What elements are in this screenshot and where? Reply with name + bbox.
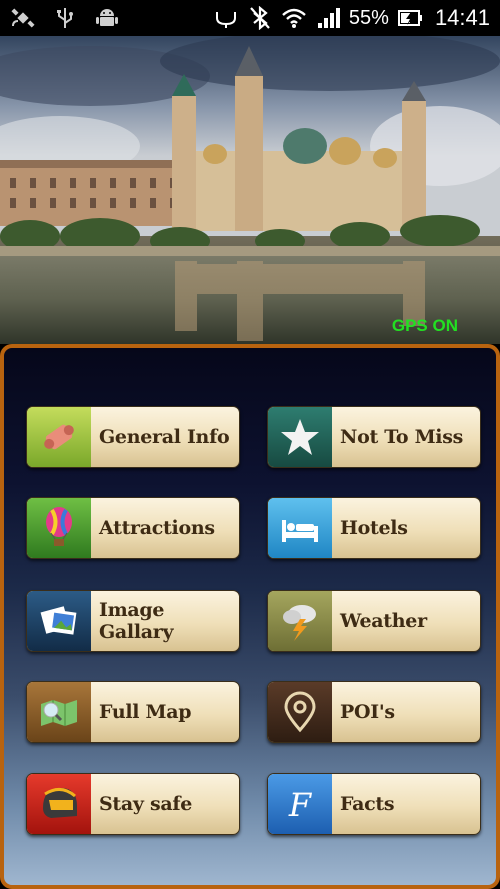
full-map-label: Full Map [99, 701, 192, 723]
attractions-button[interactable]: Attractions [26, 497, 240, 559]
image-gallery-label: Image Gallary [99, 599, 174, 643]
general-info-label: General Info [99, 426, 230, 448]
stay-safe-button[interactable]: Stay safe [26, 773, 240, 835]
satellite-icon [11, 8, 35, 28]
not-to-miss-label: Not To Miss [340, 426, 464, 448]
weather-label: Weather [340, 610, 427, 632]
balloon-icon [27, 498, 91, 558]
bed-icon [268, 498, 332, 558]
gps-status: GPS ON [391, 316, 458, 335]
weather-button[interactable]: Weather [267, 590, 481, 652]
pois-label: POI's [340, 701, 395, 723]
hotels-button[interactable]: Hotels [267, 497, 481, 559]
menu-panel: General Info Not To Miss Attractions Hot… [0, 344, 500, 889]
map-pin-icon [268, 682, 332, 742]
storm-icon [268, 591, 332, 651]
scroll-icon [27, 407, 91, 467]
general-info-button[interactable]: General Info [26, 406, 240, 468]
header-photo: GPS ON [0, 36, 500, 344]
letter-f-icon: F [268, 774, 332, 834]
bluetooth-off-icon [250, 6, 270, 30]
facts-button[interactable]: F Facts [267, 773, 481, 835]
status-bar: 55% 14:41 [0, 0, 500, 36]
svg-text:F: F [288, 786, 313, 824]
image-gallery-button[interactable]: Image Gallary [26, 590, 240, 652]
facts-label: Facts [340, 793, 395, 815]
battery-percent: 55% [348, 6, 389, 29]
usb-icon [57, 8, 73, 28]
vibrate-icon [215, 12, 236, 28]
not-to-miss-button[interactable]: Not To Miss [267, 406, 481, 468]
stay-safe-label: Stay safe [99, 793, 193, 815]
battery-charging-icon [397, 10, 422, 26]
attractions-label: Attractions [99, 517, 215, 539]
signal-icon [317, 8, 340, 28]
hotels-label: Hotels [340, 517, 408, 539]
pois-button[interactable]: POI's [267, 681, 481, 743]
helmet-icon [27, 774, 91, 834]
wifi-icon [282, 8, 306, 28]
android-icon [96, 9, 118, 26]
clock: 14:41 [434, 5, 490, 30]
star-icon [268, 407, 332, 467]
full-map-button[interactable]: Full Map [26, 681, 240, 743]
map-icon [27, 682, 91, 742]
photos-icon [27, 591, 91, 651]
